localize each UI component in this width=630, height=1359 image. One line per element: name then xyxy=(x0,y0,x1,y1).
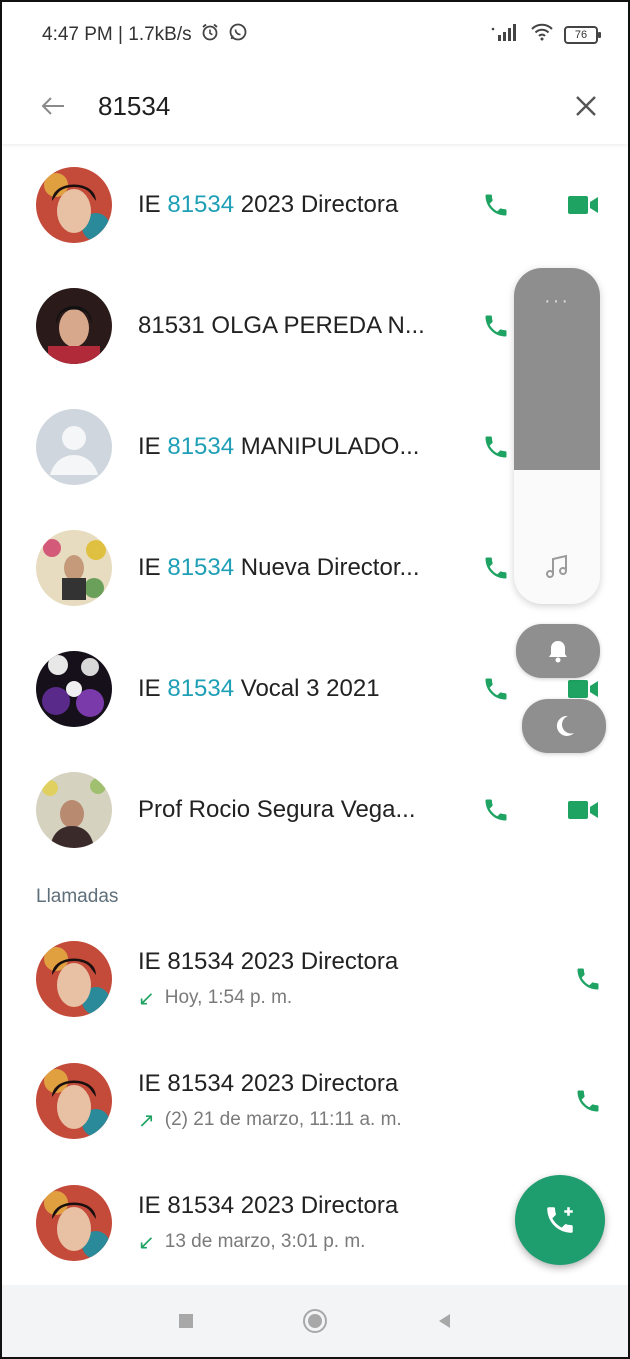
phone-icon xyxy=(485,194,507,216)
avatar xyxy=(36,166,112,243)
videocam-icon xyxy=(568,801,598,819)
call-text: IE 81534 2023 Directora ↙ Hoy, 1:54 p. m… xyxy=(138,948,398,1011)
avatar xyxy=(36,1063,112,1139)
call-text: IE 81534 2023 Directora ↙ 13 de marzo, 3… xyxy=(138,1192,398,1255)
voice-call-button[interactable] xyxy=(476,185,516,225)
wifi-icon xyxy=(530,23,554,47)
contact-name: IE 81534 2023 Directora xyxy=(138,190,399,218)
call-text: IE 81534 2023 Directora ↗ (2) 21 de marz… xyxy=(138,1070,402,1133)
signal-icon xyxy=(490,23,520,47)
search-header xyxy=(2,68,628,144)
call-detail: ↗ (2) 21 de marzo, 11:11 a. m. xyxy=(138,1108,402,1133)
moon-icon xyxy=(556,715,574,736)
voice-call-button[interactable] xyxy=(476,548,516,588)
call-time: Hoy, 1:54 p. m. xyxy=(164,987,293,1008)
battery-icon: 76 xyxy=(564,26,601,44)
phone-icon xyxy=(485,557,507,579)
call-log-row[interactable]: IE 81534 2023 Directora ↙ Hoy, 1:54 p. m… xyxy=(2,918,628,1040)
avatar xyxy=(36,529,112,606)
call-time: (2) 21 de marzo, 11:11 a. m. xyxy=(164,1109,402,1130)
contact-row[interactable]: IE 81534 2023 Directora xyxy=(2,144,628,265)
status-bar: 4:47 PM | 1.7kB/s 76 xyxy=(2,2,628,68)
call-contact-name: IE 81534 2023 Directora xyxy=(138,947,399,975)
close-icon xyxy=(576,96,596,116)
phone-icon xyxy=(485,315,507,337)
alarm-clock-icon xyxy=(200,22,220,48)
call-log-row[interactable]: IE 81534 2023 Directora ↗ (2) 21 de marz… xyxy=(2,1040,628,1162)
recents-button[interactable] xyxy=(166,1301,206,1341)
outgoing-call-icon: ↗ xyxy=(138,1109,155,1132)
avatar xyxy=(36,771,112,848)
ring-mode-button[interactable] xyxy=(516,624,600,678)
status-right: 76 xyxy=(490,23,601,47)
default-avatar-icon xyxy=(36,408,112,485)
back-button[interactable] xyxy=(36,89,70,123)
voice-call-button[interactable] xyxy=(476,427,516,467)
bell-icon xyxy=(549,641,567,663)
contact-name: IE 81534 MANIPULADO... xyxy=(138,432,420,460)
avatar xyxy=(36,1185,112,1261)
volume-menu-button[interactable]: ··· xyxy=(514,290,600,313)
voice-call-button[interactable] xyxy=(476,790,516,830)
phone-icon xyxy=(485,436,507,458)
triangle-back-icon xyxy=(438,1314,450,1328)
videocam-icon xyxy=(568,196,598,214)
incoming-call-icon: ↙ xyxy=(138,1231,155,1254)
call-detail: ↙ Hoy, 1:54 p. m. xyxy=(138,986,398,1011)
call-back-button[interactable] xyxy=(568,959,608,999)
phone-icon xyxy=(485,678,507,700)
contact-name: Prof Rocio Segura Vega... xyxy=(138,795,416,823)
call-time: 13 de marzo, 3:01 p. m. xyxy=(164,1231,366,1252)
call-detail: ↙ 13 de marzo, 3:01 p. m. xyxy=(138,1230,398,1255)
system-nav-bar xyxy=(2,1285,628,1357)
home-button[interactable] xyxy=(295,1301,335,1341)
phone-icon xyxy=(577,968,599,990)
nav-back-button[interactable] xyxy=(424,1301,464,1341)
call-contact-name: IE 81534 2023 Directora xyxy=(138,1191,399,1219)
avatar xyxy=(36,650,112,727)
status-time: 4:47 PM | 1.7kB/s xyxy=(42,24,192,45)
circle-icon xyxy=(302,1309,327,1333)
contact-name: IE 81534 Nueva Director... xyxy=(138,553,420,581)
phone-screen: 4:47 PM | 1.7kB/s 76 81534 IE 81534 2023… xyxy=(0,0,630,1359)
add-call-button[interactable] xyxy=(515,1175,605,1265)
avatar xyxy=(36,287,112,364)
contact-name: 81531 OLGA PEREDA N... xyxy=(138,311,425,339)
phone-icon xyxy=(577,1090,599,1112)
search-input[interactable] xyxy=(98,90,518,122)
contact-name: IE 81534 Vocal 3 2021 xyxy=(138,674,380,702)
do-not-disturb-button[interactable] xyxy=(522,699,606,753)
video-call-button[interactable] xyxy=(562,185,604,225)
whatsapp-icon xyxy=(228,22,248,48)
arrow-left-icon xyxy=(41,97,64,115)
call-contact-name: IE 81534 2023 Directora xyxy=(138,1069,399,1097)
volume-slider[interactable]: ··· xyxy=(514,268,600,604)
music-note-icon xyxy=(542,552,572,582)
phone-icon xyxy=(485,799,507,821)
voice-call-button[interactable] xyxy=(476,669,516,709)
add-call-icon xyxy=(547,1207,573,1233)
video-call-button[interactable] xyxy=(562,790,604,830)
incoming-call-icon: ↙ xyxy=(138,987,155,1010)
clear-search-button[interactable] xyxy=(568,88,604,124)
voice-call-button[interactable] xyxy=(476,306,516,346)
status-left: 4:47 PM | 1.7kB/s xyxy=(42,22,248,48)
contact-row[interactable]: Prof Rocio Segura Vega... xyxy=(2,749,628,870)
avatar xyxy=(36,941,112,1017)
call-back-button[interactable] xyxy=(568,1081,608,1121)
square-icon xyxy=(179,1314,194,1328)
calls-section-label: Llamadas xyxy=(36,886,119,907)
